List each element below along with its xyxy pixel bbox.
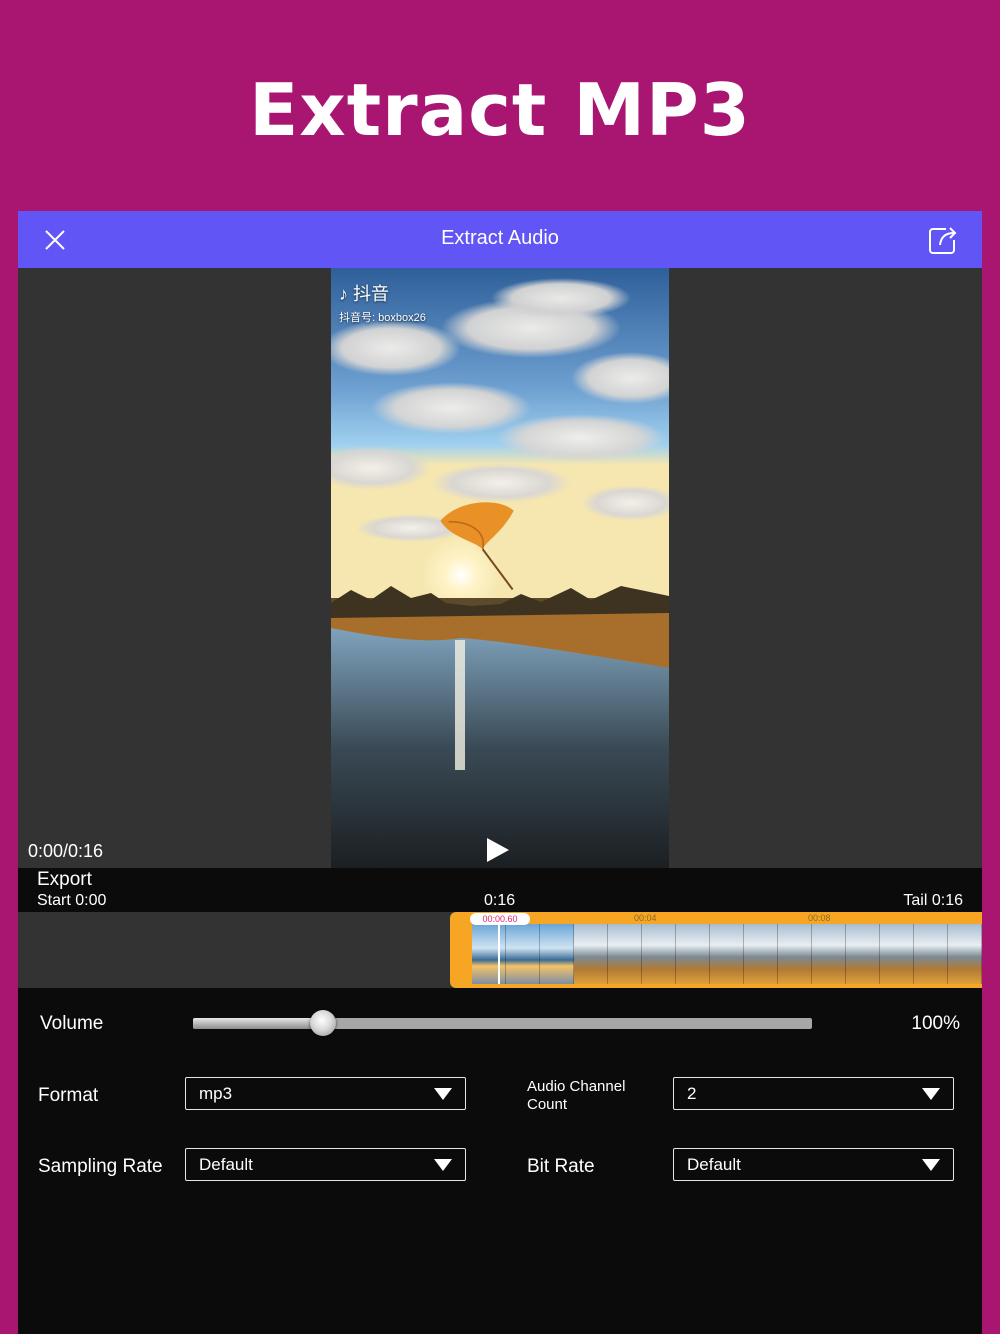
volume-label: Volume bbox=[40, 1013, 104, 1034]
frame-thumbnail bbox=[642, 924, 676, 984]
timeline[interactable]: 00:04 00:08 00:00.60 bbox=[18, 912, 982, 988]
frame-thumbnail bbox=[574, 924, 608, 984]
frame-thumbnail bbox=[846, 924, 880, 984]
frame-thumbnail bbox=[676, 924, 710, 984]
play-icon[interactable] bbox=[485, 836, 511, 864]
clip-strip[interactable]: 00:04 00:08 00:00.60 bbox=[450, 912, 982, 988]
audio-channel-select[interactable]: 2 bbox=[673, 1077, 954, 1110]
format-label: Format bbox=[38, 1085, 99, 1106]
sampling-rate-value: Default bbox=[199, 1155, 253, 1174]
tail-time: Tail 0:16 bbox=[903, 892, 963, 909]
frame-thumbnail bbox=[880, 924, 914, 984]
chevron-down-icon bbox=[922, 1159, 940, 1171]
frame-thumbnail bbox=[540, 924, 574, 984]
video-scene bbox=[331, 268, 669, 868]
playhead-time: 00:00.60 bbox=[470, 913, 530, 925]
audio-channel-value: 2 bbox=[687, 1084, 697, 1103]
volume-knob[interactable] bbox=[309, 1010, 336, 1036]
volume-value: 100% bbox=[911, 1013, 960, 1034]
sampling-rate-label: Sampling Rate bbox=[38, 1156, 163, 1177]
bit-rate-label: Bit Rate bbox=[527, 1156, 595, 1177]
volume-fill bbox=[193, 1018, 323, 1029]
frame-thumbnail bbox=[948, 924, 982, 984]
bit-rate-value: Default bbox=[687, 1155, 741, 1174]
frame-thumbnail bbox=[744, 924, 778, 984]
navbar: Extract Audio bbox=[18, 211, 982, 268]
format-select[interactable]: mp3 bbox=[185, 1077, 466, 1110]
frame-thumbnail bbox=[710, 924, 744, 984]
sampling-rate-select[interactable]: Default bbox=[185, 1148, 466, 1181]
chevron-down-icon bbox=[434, 1159, 452, 1171]
video-preview: ♪ 抖音 抖音号: boxbox26 0:00/0:16 bbox=[18, 268, 982, 868]
headline: Extract MP3 bbox=[249, 68, 751, 152]
chevron-down-icon bbox=[434, 1088, 452, 1100]
frame-thumbnail bbox=[812, 924, 846, 984]
frame-thumbnail bbox=[608, 924, 642, 984]
video-frame[interactable]: ♪ 抖音 抖音号: boxbox26 bbox=[331, 268, 669, 868]
brand-account: 抖音号: boxbox26 bbox=[339, 312, 426, 324]
extract-audio-screen: Extract Audio ♪ 抖音 抖音号: boxbox26 0:00/0:… bbox=[18, 211, 982, 1334]
tiktok-note-icon: ♪ bbox=[339, 284, 348, 304]
format-value: mp3 bbox=[199, 1084, 233, 1103]
timeline-ruler: 00:04 00:08 bbox=[472, 913, 982, 923]
frame-thumbnail bbox=[914, 924, 948, 984]
tick-label: 00:04 bbox=[634, 913, 657, 923]
export-label: Export bbox=[37, 869, 92, 890]
nav-title: Extract Audio bbox=[441, 227, 559, 249]
brand-watermark: ♪ 抖音 bbox=[339, 284, 390, 304]
frame-thumbnail bbox=[506, 924, 540, 984]
start-time: Start 0:00 bbox=[37, 892, 107, 909]
volume-slider[interactable] bbox=[193, 1010, 812, 1036]
bit-rate-select[interactable]: Default bbox=[673, 1148, 954, 1181]
share-export-icon[interactable] bbox=[926, 223, 960, 257]
frame-thumbnail bbox=[778, 924, 812, 984]
tick-label: 00:08 bbox=[808, 913, 831, 923]
playhead[interactable] bbox=[498, 924, 500, 984]
chevron-down-icon bbox=[922, 1088, 940, 1100]
close-icon[interactable] bbox=[42, 227, 68, 253]
export-info: Export Start 0:00 bbox=[37, 869, 106, 911]
current-time: 0:16 bbox=[484, 892, 516, 909]
time-readout: 0:00/0:16 bbox=[28, 841, 104, 861]
frame-thumbnail bbox=[472, 924, 506, 984]
thumbnail-row bbox=[472, 924, 982, 984]
audio-channel-label: Audio Channel Count bbox=[527, 1078, 626, 1113]
